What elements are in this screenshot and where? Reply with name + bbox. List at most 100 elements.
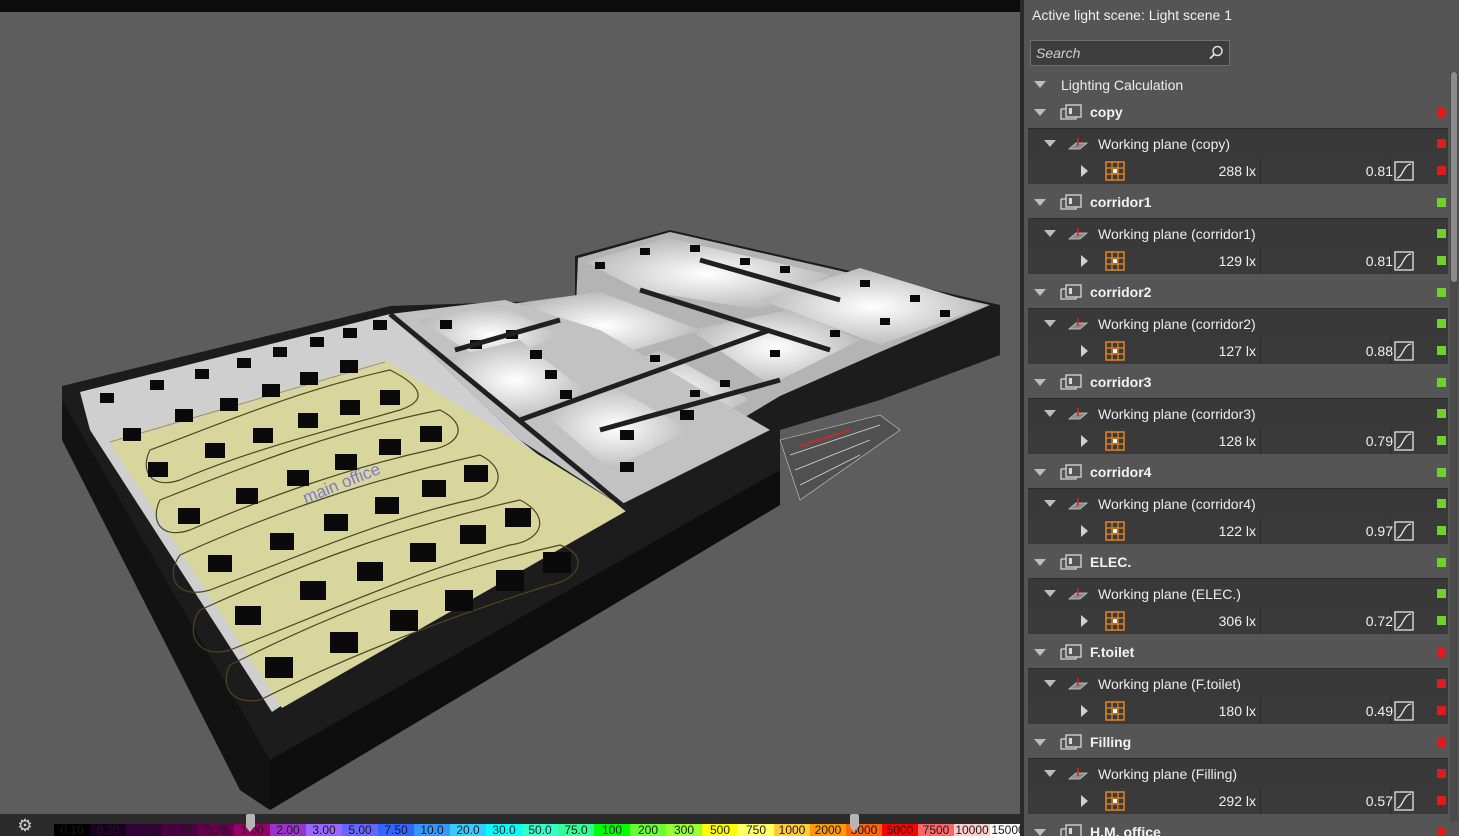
uniformity-curve-icon[interactable]	[1394, 251, 1414, 271]
result-row[interactable]: 306 lx 0.72	[1028, 608, 1448, 634]
collapse-arrow-icon[interactable]	[1034, 829, 1046, 836]
room-icon	[1060, 734, 1082, 750]
tree-node-working-plane[interactable]: Working plane (corridor1)	[1028, 218, 1448, 248]
uniformity-curve-icon[interactable]	[1394, 791, 1414, 811]
result-row[interactable]: 180 lx 0.49	[1028, 698, 1448, 724]
tree-node-working-plane[interactable]: Working plane (corridor4)	[1028, 488, 1448, 518]
collapse-arrow-icon[interactable]	[1044, 320, 1056, 327]
collapse-arrow-icon[interactable]	[1044, 140, 1056, 147]
result-row[interactable]: 128 lx 0.79	[1028, 428, 1448, 454]
scale-max-handle[interactable]	[850, 814, 859, 832]
collapse-arrow-icon[interactable]	[1044, 230, 1056, 237]
calculation-grid-icon[interactable]	[1105, 341, 1125, 361]
expand-arrow-icon[interactable]	[1081, 525, 1088, 537]
3d-viewport[interactable]: main office	[0, 0, 1020, 836]
expand-arrow-icon[interactable]	[1081, 435, 1088, 447]
collapse-arrow-icon[interactable]	[1034, 559, 1046, 566]
tree-node-working-plane[interactable]: Working plane (corridor2)	[1028, 308, 1448, 338]
uniformity-value: 0.81	[1365, 253, 1393, 269]
uniformity-curve-icon[interactable]	[1394, 341, 1414, 361]
tree-node-room-filling[interactable]: Filling	[1028, 728, 1448, 758]
calculation-grid-icon[interactable]	[1105, 251, 1125, 271]
search-icon[interactable]	[1207, 44, 1225, 62]
room-name: H.M. office	[1090, 824, 1161, 836]
result-row[interactable]: 127 lx 0.88	[1028, 338, 1448, 364]
status-indicator	[1437, 198, 1446, 207]
result-row[interactable]: 129 lx 0.81	[1028, 248, 1448, 274]
calculation-grid-icon[interactable]	[1105, 431, 1125, 451]
uniformity-value: 0.79	[1365, 433, 1393, 449]
collapse-arrow-icon[interactable]	[1044, 590, 1056, 597]
scale-cell: 20.0	[450, 824, 486, 836]
room-name: corridor3	[1090, 374, 1152, 390]
expand-arrow-icon[interactable]	[1081, 795, 1088, 807]
scale-cell: 500	[702, 824, 738, 836]
uniformity-curve-icon[interactable]	[1394, 161, 1414, 181]
scale-min-handle[interactable]	[246, 814, 255, 832]
collapse-arrow-icon[interactable]	[1044, 500, 1056, 507]
room-icon	[1060, 824, 1082, 836]
tree-node-room-corridor4[interactable]: corridor4	[1028, 458, 1448, 488]
collapse-arrow-icon[interactable]	[1044, 410, 1056, 417]
tree-node-room-corridor2[interactable]: corridor2	[1028, 278, 1448, 308]
calculation-grid-icon[interactable]	[1105, 521, 1125, 541]
search-input[interactable]	[1036, 44, 1206, 62]
gear-icon[interactable]: ⚙	[14, 816, 36, 836]
tree-node-room-copy[interactable]: copy	[1028, 98, 1448, 128]
status-indicator	[1437, 288, 1446, 297]
building-3d-view[interactable]	[0, 12, 1020, 814]
expand-arrow-icon[interactable]	[1081, 165, 1088, 177]
tree-node-working-plane[interactable]: Working plane (ELEC.)	[1028, 578, 1448, 608]
tree-node-working-plane[interactable]: Working plane (corridor3)	[1028, 398, 1448, 428]
status-indicator	[1437, 436, 1446, 445]
tree-node-lighting-calculation[interactable]: Lighting Calculation	[1028, 72, 1448, 98]
working-plane-name: Working plane (corridor3)	[1098, 406, 1256, 422]
uniformity-curve-icon[interactable]	[1394, 521, 1414, 541]
expand-arrow-icon[interactable]	[1081, 255, 1088, 267]
status-indicator	[1437, 378, 1446, 387]
result-row[interactable]: 288 lx 0.81	[1028, 158, 1448, 184]
tree-node-working-plane[interactable]: Working plane (F.toilet)	[1028, 668, 1448, 698]
status-indicator	[1437, 648, 1446, 657]
collapse-arrow-icon[interactable]	[1034, 109, 1046, 116]
collapse-arrow-icon[interactable]	[1044, 770, 1056, 777]
collapse-arrow-icon[interactable]	[1034, 81, 1046, 88]
collapse-arrow-icon[interactable]	[1034, 469, 1046, 476]
uniformity-curve-icon[interactable]	[1394, 611, 1414, 631]
collapse-arrow-icon[interactable]	[1034, 739, 1046, 746]
uniformity-value: 0.49	[1365, 703, 1393, 719]
tree-scrollbar[interactable]	[1450, 72, 1458, 822]
uniformity-curve-icon[interactable]	[1394, 701, 1414, 721]
collapse-arrow-icon[interactable]	[1034, 199, 1046, 206]
expand-arrow-icon[interactable]	[1081, 705, 1088, 717]
uniformity-curve-icon[interactable]	[1394, 431, 1414, 451]
scrollbar-thumb[interactable]	[1451, 72, 1457, 282]
search-box[interactable]	[1030, 40, 1230, 66]
tree-node-room-corridor1[interactable]: corridor1	[1028, 188, 1448, 218]
scale-cell: 2.00	[270, 824, 306, 836]
working-plane-icon	[1068, 228, 1088, 240]
calculation-grid-icon[interactable]	[1105, 791, 1125, 811]
working-plane-name: Working plane (copy)	[1098, 136, 1231, 152]
collapse-arrow-icon[interactable]	[1044, 680, 1056, 687]
tree-node-room-h-m-office[interactable]: H.M. office	[1028, 818, 1448, 836]
calculation-grid-icon[interactable]	[1105, 161, 1125, 181]
calculation-grid-icon[interactable]	[1105, 701, 1125, 721]
illuminance-value: 306 lx	[1218, 613, 1256, 629]
scale-cell: 50.0	[522, 824, 558, 836]
result-row[interactable]: 292 lx 0.57	[1028, 788, 1448, 814]
room-icon	[1060, 644, 1082, 660]
collapse-arrow-icon[interactable]	[1034, 289, 1046, 296]
tree-node-working-plane[interactable]: Working plane (copy)	[1028, 128, 1448, 158]
result-row[interactable]: 122 lx 0.97	[1028, 518, 1448, 544]
collapse-arrow-icon[interactable]	[1034, 379, 1046, 386]
tree-node-room-f-toilet[interactable]: F.toilet	[1028, 638, 1448, 668]
tree-node-room-corridor3[interactable]: corridor3	[1028, 368, 1448, 398]
collapse-arrow-icon[interactable]	[1034, 649, 1046, 656]
expand-arrow-icon[interactable]	[1081, 615, 1088, 627]
expand-arrow-icon[interactable]	[1081, 345, 1088, 357]
calculation-grid-icon[interactable]	[1105, 611, 1125, 631]
tree-node-working-plane[interactable]: Working plane (Filling)	[1028, 758, 1448, 788]
uniformity-value: 0.88	[1365, 343, 1393, 359]
tree-node-room-elec[interactable]: ELEC.	[1028, 548, 1448, 578]
